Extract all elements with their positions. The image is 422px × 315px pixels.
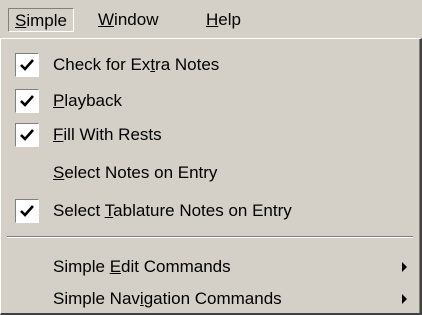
menu-item-label: Select Notes on Entry [53, 163, 218, 182]
menu-help-label: Help [206, 10, 241, 29]
simple-dropdown-menu: Check for Extra Notes Playback Fill With… [0, 38, 422, 315]
menu-item-simple-edit-commands[interactable]: Simple Edit Commands [5, 251, 415, 283]
menu-bar: Simple Window Help [0, 0, 422, 38]
menu-item-label: Check for Extra Notes [53, 55, 220, 74]
menu-item-label: Select Tablature Notes on Entry [53, 201, 292, 220]
menu-separator [7, 236, 413, 238]
menu-item-playback[interactable]: Playback [5, 85, 415, 117]
submenu-arrow-icon [402, 294, 407, 304]
checkmark-icon [15, 199, 39, 223]
menu-item-select-tablature-notes-on-entry[interactable]: Select Tablature Notes on Entry [5, 195, 415, 227]
menu-item-label: Simple Navigation Commands [53, 289, 282, 308]
menu-simple-label: Simple [15, 11, 67, 30]
menu-item-label: Simple Edit Commands [53, 257, 231, 276]
menu-window-label: Window [98, 10, 159, 29]
checkmark-icon [15, 89, 39, 113]
checkmark-icon [15, 123, 39, 147]
menu-help[interactable]: Help [200, 8, 247, 32]
menu-simple[interactable]: Simple [8, 8, 74, 32]
menu-item-select-notes-on-entry[interactable]: Select Notes on Entry [5, 157, 415, 189]
submenu-arrow-icon [402, 262, 407, 272]
menu-item-simple-navigation-commands[interactable]: Simple Navigation Commands [5, 283, 415, 315]
menu-item-fill-with-rests[interactable]: Fill With Rests [5, 119, 415, 151]
menu-item-check-for-extra-notes[interactable]: Check for Extra Notes [5, 49, 415, 81]
checkmark-icon [15, 53, 39, 77]
menu-item-label: Playback [53, 91, 122, 110]
menu-item-label: Fill With Rests [53, 125, 162, 144]
menu-window[interactable]: Window [92, 8, 164, 32]
